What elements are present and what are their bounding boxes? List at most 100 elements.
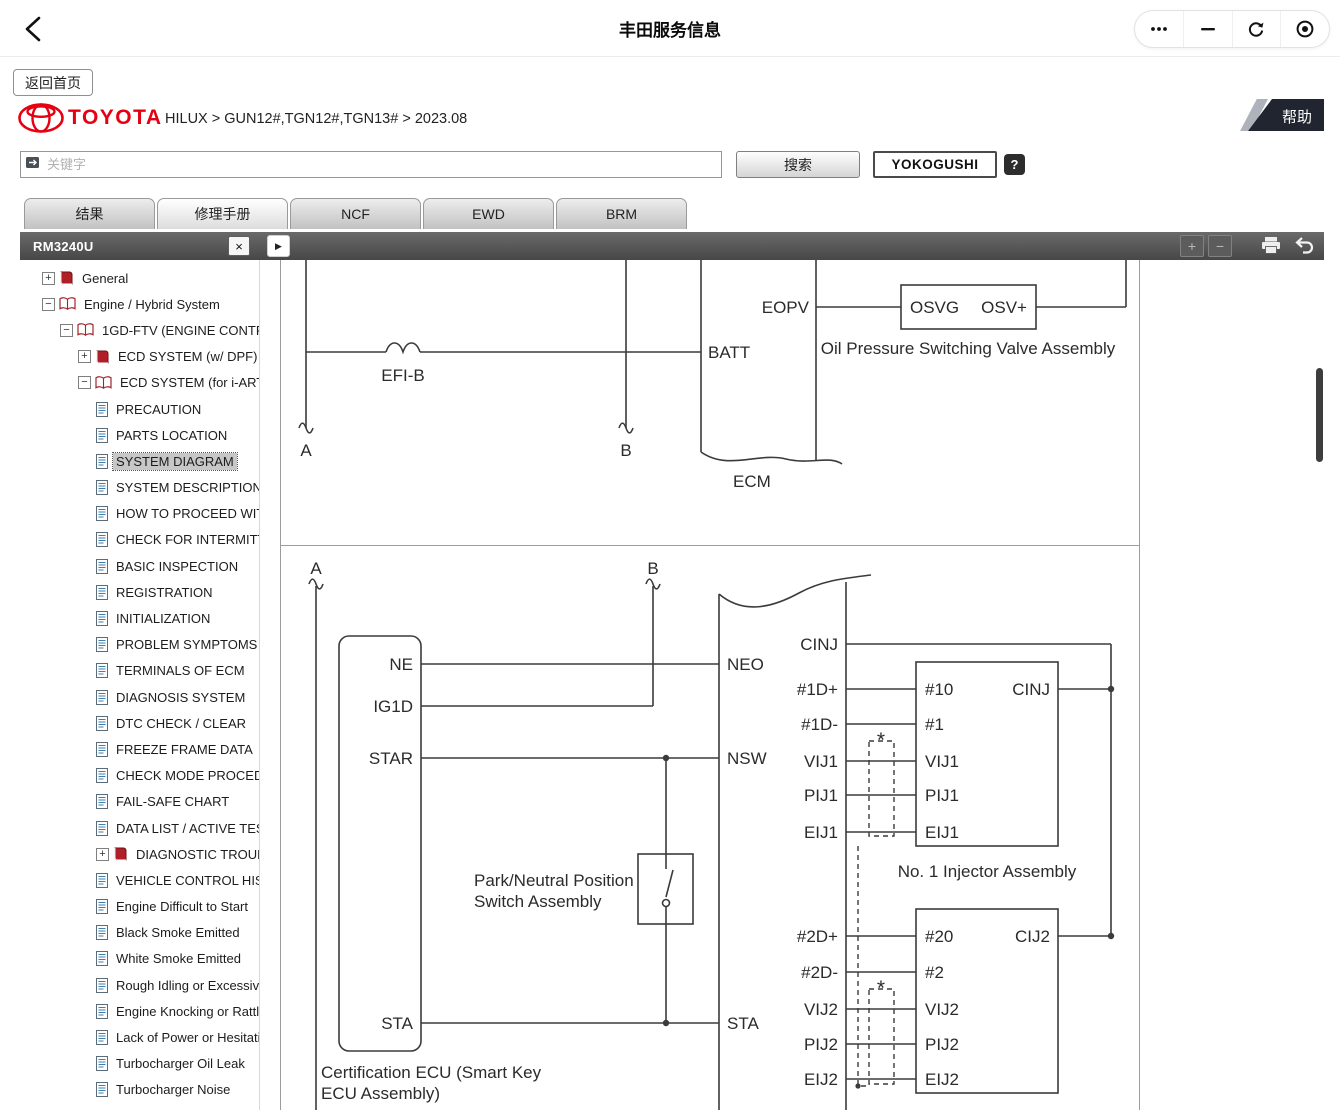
tree-item-label: PRECAUTION [113,401,204,418]
zoom-out-button[interactable]: − [1208,235,1232,257]
d2-inj1_caption: No. 1 Injector Assembly [898,862,1077,881]
expand-panel-icon[interactable]: ▶ [267,235,290,257]
tree-item[interactable]: BASIC INSPECTION [20,553,259,579]
tree-item[interactable]: − ECD SYSTEM (for i-ART) [20,370,259,396]
tree-item[interactable]: HOW TO PROCEED WITH TROUBLESHOOTING [20,501,259,527]
tree-item[interactable]: PRECAUTION [20,396,259,422]
tree-item[interactable]: +DIAGNOSTIC TROUBLE CODE CHART [20,841,259,867]
tree-item[interactable]: Black Smoke Emitted [20,920,259,946]
search-button[interactable]: 搜索 [736,151,860,178]
d2-pnp_line1: Park/Neutral Position [474,871,634,890]
d2-cij2: CIJ2 [1015,927,1050,946]
d2-neo: NEO [727,655,764,674]
tree-item-label: ECD SYSTEM (for i-ART) [117,374,259,391]
tree-item-label: PARTS LOCATION [113,427,230,444]
d2-eij1_ecm: EIJ1 [804,823,838,842]
tree-item-label: SYSTEM DESCRIPTION [113,479,259,496]
minus-expander-icon[interactable]: − [78,376,91,389]
minus-expander-icon[interactable]: − [60,324,73,337]
tab-brm[interactable]: BRM [556,198,687,229]
tree-item[interactable]: FREEZE FRAME DATA [20,736,259,762]
more-options-button[interactable] [1135,11,1183,47]
zoom-in-button[interactable]: + [1180,235,1204,257]
tree-item[interactable]: +General [20,265,259,291]
doc-icon [96,978,108,993]
reload-button[interactable] [1232,11,1281,47]
close-panel-icon[interactable]: × [228,236,250,256]
plus-expander-icon[interactable]: + [96,848,109,861]
d2-eij2_ecm: EIJ2 [804,1070,838,1089]
minimize-button[interactable] [1183,11,1232,47]
tree-item[interactable]: Rough Idling or Excessive Vibration [20,972,259,998]
tree-item-label: DATA LIST / ACTIVE TEST [113,820,259,837]
tree-item-label: SYSTEM DIAGRAM [113,453,237,470]
doc-icon [96,532,108,547]
tree-item[interactable]: CHECK MODE PROCEDURE [20,763,259,789]
system-diagram-figure-2: A B NE IG1D STAR STA NEO NSW [280,545,1140,1110]
tree-item[interactable]: Lack of Power or Hesitation [20,1024,259,1050]
tree-item[interactable]: SYSTEM DESCRIPTION [20,475,259,501]
tree-item[interactable]: SYSTEM DIAGRAM [20,448,259,474]
tab-results[interactable]: 结果 [24,198,155,229]
doc-icon [96,742,108,757]
tree-item[interactable]: Engine Knocking or Rattling [20,998,259,1024]
print-icon[interactable] [1260,236,1282,258]
book-icon [95,376,112,390]
back-home-button[interactable]: 返回首页 [13,69,93,96]
quick-help-button[interactable]: ? [1004,154,1025,175]
vertical-scrollbar-thumb[interactable] [1316,368,1323,462]
tree-item[interactable]: PROBLEM SYMPTOMS TABLE [20,632,259,658]
tree-item[interactable]: +ECD SYSTEM (w/ DPF) [20,344,259,370]
tab-ncf[interactable]: NCF [290,198,421,229]
doc-icon [96,873,108,888]
tree-item[interactable]: REGISTRATION [20,579,259,605]
doc-icon [96,506,108,521]
tree-item-label: FREEZE FRAME DATA [113,741,256,758]
tab-ewd[interactable]: EWD [423,198,554,229]
tree-item[interactable]: −1GD-FTV (ENGINE CONTROL) [20,317,259,343]
return-icon[interactable] [1294,236,1316,258]
help-button[interactable]: 帮助 [1238,99,1324,131]
tree-item[interactable]: −Engine / Hybrid System [20,291,259,317]
doc-icon [96,899,108,914]
tree-item[interactable]: Engine Difficult to Start [20,894,259,920]
tree-item[interactable]: TERMINALS OF ECM [20,658,259,684]
tree-item-label: DIAGNOSIS SYSTEM [113,689,248,706]
tree-item[interactable]: DIAGNOSIS SYSTEM [20,684,259,710]
doc-icon [96,611,108,626]
manual-id-label: RM3240U [33,232,94,260]
doc-icon [96,637,108,652]
d2-d1p: #1D+ [797,680,838,699]
doc-icon [96,925,108,940]
d2-d1m: #1D- [801,715,838,734]
keyword-input[interactable] [45,156,721,173]
tree-item-label: White Smoke Emitted [113,950,244,967]
d2-cert_line2: ECU Assembly) [321,1084,440,1103]
tree-item[interactable]: INITIALIZATION [20,605,259,631]
tree-item-label: PROBLEM SYMPTOMS TABLE [113,636,259,653]
document-viewport[interactable]: A B EFI-B BATT EOPV OSVG OSV+ Oil Pr [260,260,1324,1110]
record-button[interactable] [1280,11,1329,47]
d1-valve_caption: Oil Pressure Switching Valve Assembly [821,339,1116,358]
tree-item[interactable]: FAIL-SAFE CHART [20,789,259,815]
tree-item[interactable]: PARTS LOCATION [20,422,259,448]
tree-item-label: REGISTRATION [113,584,216,601]
tab-repair-manual[interactable]: 修理手册 [157,198,288,229]
tree-item[interactable]: White Smoke Emitted [20,946,259,972]
yokogushi-button[interactable]: YOKOGUSHI [873,151,997,178]
tree-item[interactable]: Turbocharger Noise [20,1077,259,1103]
minus-expander-icon[interactable]: − [42,298,55,311]
tree-item[interactable]: Turbocharger Oil Leak [20,1051,259,1077]
tree-item[interactable]: CHECK FOR INTERMITTENT PROBLEMS [20,527,259,553]
tree-item[interactable]: VEHICLE CONTROL HISTORY [20,867,259,893]
tree-item-label: INITIALIZATION [113,610,213,627]
plus-expander-icon[interactable]: + [42,272,55,285]
plus-expander-icon[interactable]: + [78,350,91,363]
tree-item[interactable]: DTC CHECK / CLEAR [20,710,259,736]
doc-icon [96,663,108,678]
tree-item[interactable]: DATA LIST / ACTIVE TEST [20,815,259,841]
d2-cert_line1: Certification ECU (Smart Key [321,1063,542,1082]
book-icon [59,297,76,311]
d1-ecm: ECM [733,472,771,491]
d2-n1: #1 [925,715,944,734]
